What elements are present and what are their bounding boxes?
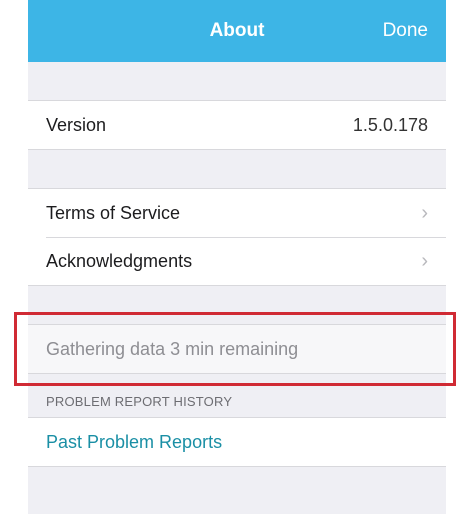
navigation-bar: About Done (28, 0, 446, 62)
highlight-box (14, 312, 456, 386)
about-screen: About Done Version 1.5.0.178 Terms of Se… (28, 0, 446, 514)
done-button[interactable]: Done (383, 20, 428, 42)
version-value: 1.5.0.178 (352, 114, 428, 135)
acknowledgments-label: Acknowledgments (46, 250, 193, 271)
version-row: Version 1.5.0.178 (28, 101, 446, 149)
terms-of-service-label: Terms of Service (46, 202, 181, 223)
acknowledgments-row[interactable]: Acknowledgments › (28, 237, 446, 285)
terms-of-service-row[interactable]: Terms of Service › (28, 189, 446, 237)
version-label: Version (46, 114, 107, 135)
version-group: Version 1.5.0.178 (28, 100, 446, 150)
chevron-right-icon: › (421, 249, 428, 272)
past-problem-reports-link[interactable]: Past Problem Reports (46, 432, 222, 453)
page-title: About (209, 20, 265, 41)
history-group: Past Problem Reports (28, 417, 446, 467)
links-group: Terms of Service › Acknowledgments › (28, 188, 446, 286)
past-problem-reports-row[interactable]: Past Problem Reports (28, 418, 446, 466)
chevron-right-icon: › (421, 201, 428, 224)
